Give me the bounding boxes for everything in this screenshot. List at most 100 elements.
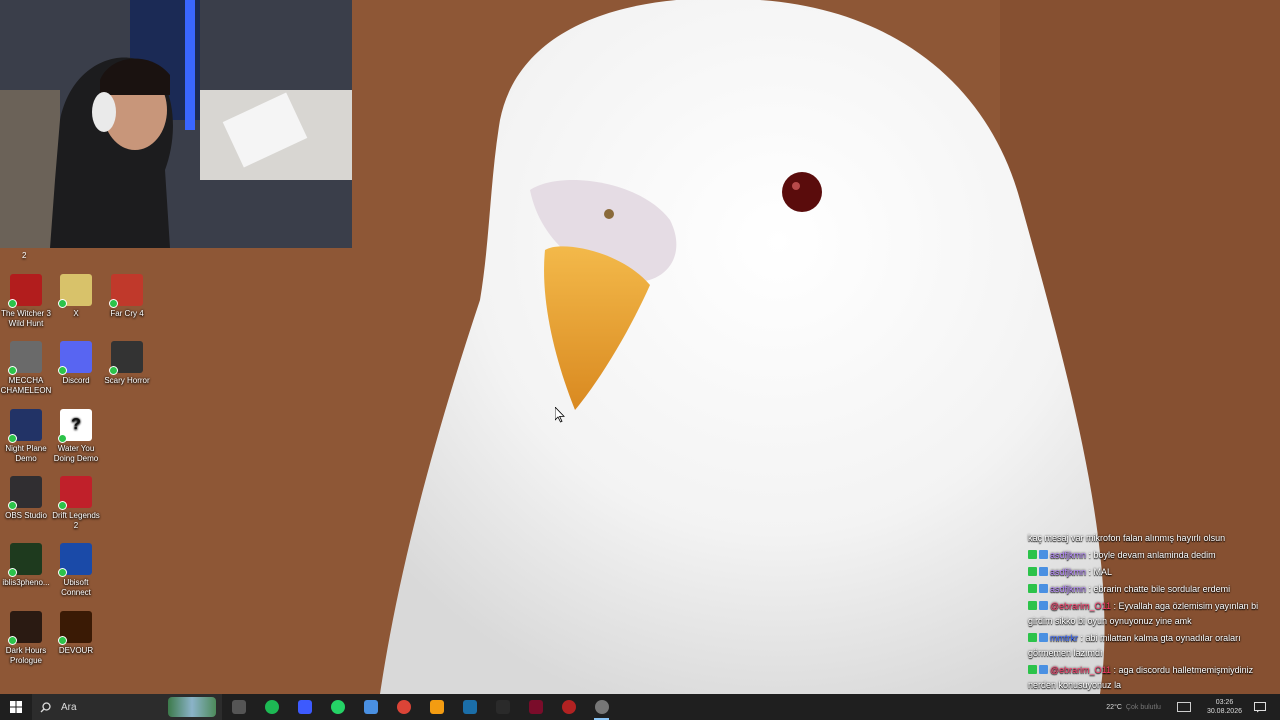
clock[interactable]: 03:26 30.08.2026 <box>1207 698 1242 716</box>
taskbar-app[interactable] <box>288 694 321 720</box>
plane-icon <box>8 409 42 443</box>
steam-icon <box>462 700 477 714</box>
desktop-icon-label: OBS Studio <box>5 511 47 520</box>
desktop-icon-label: The Witcher 3 Wild Hunt <box>1 309 51 328</box>
chat-badge-icon <box>1039 633 1048 642</box>
farcry-icon <box>109 274 143 308</box>
chat-message: @ebrarim_O11 : aga discordu halletmemişm… <box>1026 662 1280 694</box>
clock-date: 30.08.2026 <box>1206 708 1242 715</box>
chat-text: : ebrarin chatte bile sordular erdemi <box>1088 584 1231 594</box>
chat-message: kaç mesaj var mikrofon falan alınmış hay… <box>1026 530 1280 547</box>
weather-text[interactable]: Çok bulutlu <box>1126 704 1161 711</box>
epic-icon <box>495 700 510 714</box>
app-icon <box>297 700 312 714</box>
chat-text: : MAL <box>1088 567 1113 577</box>
desktop-icon[interactable]: iblis3pheno... <box>0 543 52 588</box>
sync-check-icon <box>58 434 67 443</box>
ubisoft-icon <box>58 543 92 577</box>
desktop-icon[interactable]: MECCHA CHAMELEON <box>0 341 52 396</box>
search-placeholder: Ara <box>61 701 77 713</box>
keyboard-icon[interactable] <box>1176 702 1191 712</box>
scary-icon <box>109 341 143 375</box>
discord-icon <box>58 341 92 375</box>
sync-check-icon <box>109 299 118 308</box>
taskbar-app[interactable] <box>585 694 618 720</box>
chat-badge-icon <box>1028 567 1037 576</box>
windows-icon <box>10 701 22 713</box>
chat-badge-icon <box>1028 665 1037 674</box>
chrome-icon <box>396 700 411 714</box>
obs-icon <box>8 476 42 510</box>
desktop-icon-label: Dark Hours Prologue <box>5 646 47 665</box>
chat-badge-icon <box>1039 584 1048 593</box>
chat-text: : boyle devam anlaminda dedim <box>1088 550 1216 560</box>
taskbar-app[interactable] <box>519 694 552 720</box>
sync-check-icon <box>58 636 67 645</box>
sync-check-icon <box>58 366 67 375</box>
sync-check-icon <box>58 501 67 510</box>
chat-badge-icon <box>1039 567 1048 576</box>
desktop-icon[interactable]: DEVOUR <box>50 611 102 656</box>
desktop-icon[interactable]: ? Water You Doing Demo <box>50 409 102 464</box>
desktop-icon[interactable]: Far Cry 4 <box>101 274 153 319</box>
clock-time: 03:26 <box>1215 699 1234 706</box>
start-button[interactable] <box>0 694 32 720</box>
taskbar-app[interactable] <box>354 694 387 720</box>
taskbar-app[interactable] <box>486 694 519 720</box>
chat-badge-icon <box>1028 584 1037 593</box>
taskbar-app[interactable] <box>222 694 255 720</box>
taskbar-app[interactable] <box>420 694 453 720</box>
file-icon <box>58 274 92 308</box>
chat-username: asdfjkmn <box>1050 584 1087 594</box>
desktop-icon-label: Ubisoft Connect <box>61 578 91 597</box>
sync-check-icon <box>8 636 17 645</box>
chat-badge-icon <box>1039 550 1048 559</box>
desktop-icon-label: Far Cry 4 <box>110 309 144 318</box>
taskbar-apps <box>222 694 618 720</box>
app2-icon <box>561 700 576 714</box>
taskbar-app[interactable] <box>453 694 486 720</box>
game-icon <box>528 700 543 714</box>
chat-message: @ebrarim_O11 : Eyvallah aga özlemisim ya… <box>1026 598 1280 630</box>
spotify-icon <box>264 700 279 714</box>
system-tray: 22°C Çok bulutlu 03:26 30.08.2026 <box>1106 694 1280 720</box>
desktop-icon[interactable]: Drift Legends 2 <box>50 476 102 531</box>
desktop-icon[interactable]: Dark Hours Prologue <box>0 611 52 666</box>
desktop-icon[interactable]: Scary Horror <box>101 341 153 386</box>
sync-check-icon <box>8 299 17 308</box>
notification-icon[interactable] <box>1254 701 1266 713</box>
files-icon <box>363 700 378 714</box>
chat-message: asdfjkmn : boyle devam anlaminda dedim <box>1026 547 1280 564</box>
desktop-icon-label: Night Plane Demo <box>5 444 47 463</box>
chameleon-icon <box>8 341 42 375</box>
desktop-icon[interactable]: The Witcher 3 Wild Hunt <box>0 274 52 329</box>
desktop-icon[interactable]: Discord <box>50 341 102 386</box>
chat-username: asdfjkmn <box>1050 550 1087 560</box>
taskbar-app[interactable] <box>387 694 420 720</box>
search-input[interactable]: Ara <box>32 694 222 720</box>
weather-temp[interactable]: 22°C <box>1106 704 1122 711</box>
sync-check-icon <box>8 568 17 577</box>
desktop-icon-label: Water You Doing Demo <box>53 444 99 463</box>
desktop-icon-label: MECCHA CHAMELEON <box>0 376 52 395</box>
taskbar-app[interactable] <box>321 694 354 720</box>
chat-username: @ebrarim_O11 <box>1050 665 1111 675</box>
chat-username: asdfjkmn <box>1050 567 1087 577</box>
desktop-icon[interactable]: Ubisoft Connect <box>50 543 102 598</box>
desktop-icon-label: DEVOUR <box>58 646 94 655</box>
taskbar-app[interactable] <box>255 694 288 720</box>
sync-check-icon <box>58 299 67 308</box>
chat-text: kaç mesaj var mikrofon falan alınmış hay… <box>1028 533 1226 543</box>
drift-icon <box>58 476 92 510</box>
webcam-number: 2 <box>22 251 27 260</box>
desktop-icon[interactable]: X <box>50 274 102 319</box>
taskbar-app[interactable] <box>552 694 585 720</box>
question-icon: ? <box>58 409 92 443</box>
desktop-icon[interactable]: Night Plane Demo <box>0 409 52 464</box>
desktop-icon[interactable]: OBS Studio <box>0 476 52 521</box>
obs-taskbar-icon <box>594 700 609 714</box>
sync-check-icon <box>8 501 17 510</box>
desktop-icon-label: iblis3pheno... <box>2 578 50 587</box>
sync-check-icon <box>58 568 67 577</box>
sync-check-icon <box>8 434 17 443</box>
